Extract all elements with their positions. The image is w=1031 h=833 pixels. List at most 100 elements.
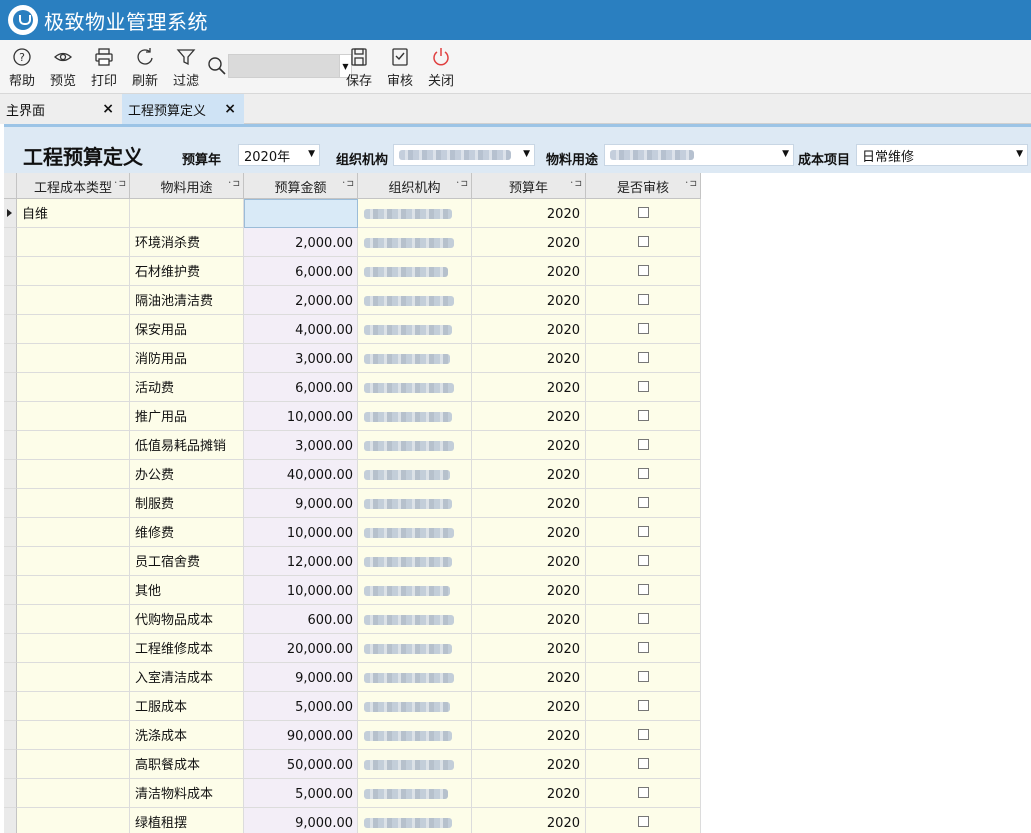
table-row[interactable]: 消防用品 3,000.00 2020 xyxy=(4,344,701,373)
cell-organization[interactable] xyxy=(358,431,472,460)
cell-cost-type[interactable] xyxy=(17,634,130,663)
cell-is-audited[interactable] xyxy=(586,692,701,721)
cell-is-audited[interactable] xyxy=(586,605,701,634)
cell-budget-amount[interactable]: 9,000.00 xyxy=(244,663,358,692)
audit-checkbox[interactable] xyxy=(637,816,649,827)
table-row[interactable]: 高职餐成本 50,000.00 2020 xyxy=(4,750,701,779)
audit-button[interactable]: 审核 xyxy=(380,45,420,89)
row-indicator[interactable] xyxy=(4,344,17,373)
audit-checkbox[interactable] xyxy=(637,497,649,508)
table-row[interactable]: 代购物品成本 600.00 2020 xyxy=(4,605,701,634)
audit-checkbox[interactable] xyxy=(637,555,649,566)
cell-cost-type[interactable] xyxy=(17,576,130,605)
cell-is-audited[interactable] xyxy=(586,460,701,489)
row-indicator[interactable] xyxy=(4,634,17,663)
cell-organization[interactable] xyxy=(358,315,472,344)
row-indicator[interactable] xyxy=(4,402,17,431)
audit-checkbox[interactable] xyxy=(637,323,649,334)
cell-is-audited[interactable] xyxy=(586,634,701,663)
row-indicator[interactable] xyxy=(4,228,17,257)
header-budget-amount[interactable]: 预算金额 ᛫⊐ xyxy=(244,173,358,199)
cell-cost-type[interactable] xyxy=(17,518,130,547)
cell-is-audited[interactable] xyxy=(586,286,701,315)
cell-material-use[interactable]: 代购物品成本 xyxy=(130,605,244,634)
cell-budget-year[interactable]: 2020 xyxy=(472,605,586,634)
cell-budget-amount[interactable]: 3,000.00 xyxy=(244,344,358,373)
cell-material-use[interactable]: 入室清洁成本 xyxy=(130,663,244,692)
cell-budget-year[interactable]: 2020 xyxy=(472,228,586,257)
cell-cost-type[interactable] xyxy=(17,489,130,518)
cell-material-use[interactable]: 石材维护费 xyxy=(130,257,244,286)
help-button[interactable]: ? 帮助 xyxy=(2,45,42,89)
cell-material-use[interactable]: 推广用品 xyxy=(130,402,244,431)
cell-budget-year[interactable]: 2020 xyxy=(472,286,586,315)
row-indicator[interactable] xyxy=(4,257,17,286)
row-indicator[interactable] xyxy=(4,431,17,460)
cell-cost-type[interactable] xyxy=(17,779,130,808)
cell-cost-type[interactable] xyxy=(17,315,130,344)
cell-organization[interactable] xyxy=(358,605,472,634)
cell-budget-year[interactable]: 2020 xyxy=(472,576,586,605)
cell-cost-type[interactable] xyxy=(17,692,130,721)
table-row[interactable]: 清洁物料成本 5,000.00 2020 xyxy=(4,779,701,808)
audit-checkbox[interactable] xyxy=(637,207,649,218)
cell-is-audited[interactable] xyxy=(586,431,701,460)
cell-cost-type[interactable] xyxy=(17,402,130,431)
cell-cost-type[interactable] xyxy=(17,373,130,402)
cell-cost-type[interactable] xyxy=(17,721,130,750)
cell-material-use[interactable]: 活动费 xyxy=(130,373,244,402)
cell-budget-amount[interactable]: 50,000.00 xyxy=(244,750,358,779)
cell-budget-amount[interactable]: 40,000.00 xyxy=(244,460,358,489)
audit-checkbox[interactable] xyxy=(637,352,649,363)
tab-budget-definition[interactable]: 工程预算定义 × xyxy=(122,94,244,124)
tab-home[interactable]: 主界面 × xyxy=(0,94,122,124)
row-indicator[interactable] xyxy=(4,547,17,576)
row-indicator[interactable] xyxy=(4,460,17,489)
cell-budget-amount[interactable]: 9,000.00 xyxy=(244,489,358,518)
cell-budget-amount[interactable]: 5,000.00 xyxy=(244,779,358,808)
cell-is-audited[interactable] xyxy=(586,750,701,779)
table-row[interactable]: 工服成本 5,000.00 2020 xyxy=(4,692,701,721)
row-indicator[interactable] xyxy=(4,750,17,779)
cell-cost-type[interactable] xyxy=(17,286,130,315)
cell-organization[interactable] xyxy=(358,344,472,373)
cell-organization[interactable] xyxy=(358,779,472,808)
cell-budget-year[interactable]: 2020 xyxy=(472,431,586,460)
cell-material-use[interactable]: 隔油池清洁费 xyxy=(130,286,244,315)
table-row[interactable]: 入室清洁成本 9,000.00 2020 xyxy=(4,663,701,692)
cell-material-use[interactable]: 员工宿舍费 xyxy=(130,547,244,576)
cell-organization[interactable] xyxy=(358,721,472,750)
cell-cost-type[interactable] xyxy=(17,808,130,833)
row-indicator[interactable] xyxy=(4,518,17,547)
table-row[interactable]: 绿植租摆 9,000.00 2020 xyxy=(4,808,701,833)
cell-organization[interactable] xyxy=(358,750,472,779)
pin-icon[interactable]: ᛫⊐ xyxy=(341,179,354,189)
audit-checkbox[interactable] xyxy=(637,671,649,682)
row-indicator[interactable] xyxy=(4,199,17,228)
cell-budget-year[interactable]: 2020 xyxy=(472,692,586,721)
table-row[interactable]: 自维 2020 xyxy=(4,199,701,228)
cell-is-audited[interactable] xyxy=(586,779,701,808)
audit-checkbox[interactable] xyxy=(637,613,649,624)
cell-organization[interactable] xyxy=(358,808,472,833)
header-budget-year[interactable]: 预算年 ᛫⊐ xyxy=(472,173,586,199)
audit-checkbox[interactable] xyxy=(637,439,649,450)
table-row[interactable]: 洗涤成本 90,000.00 2020 xyxy=(4,721,701,750)
cell-budget-amount[interactable]: 6,000.00 xyxy=(244,373,358,402)
cell-organization[interactable] xyxy=(358,576,472,605)
cell-budget-year[interactable]: 2020 xyxy=(472,373,586,402)
row-indicator[interactable] xyxy=(4,489,17,518)
header-cost-type[interactable]: 工程成本类型 ᛫⊐ xyxy=(17,173,130,199)
cell-budget-amount[interactable]: 10,000.00 xyxy=(244,576,358,605)
cell-material-use[interactable]: 保安用品 xyxy=(130,315,244,344)
table-row[interactable]: 环境消杀费 2,000.00 2020 xyxy=(4,228,701,257)
audit-checkbox[interactable] xyxy=(637,642,649,653)
cell-organization[interactable] xyxy=(358,489,472,518)
cell-organization[interactable] xyxy=(358,547,472,576)
cell-is-audited[interactable] xyxy=(586,373,701,402)
audit-checkbox[interactable] xyxy=(637,236,649,247)
close-button[interactable]: 关闭 xyxy=(421,45,461,89)
search-input[interactable] xyxy=(228,54,340,78)
audit-checkbox[interactable] xyxy=(637,758,649,769)
row-indicator[interactable] xyxy=(4,721,17,750)
